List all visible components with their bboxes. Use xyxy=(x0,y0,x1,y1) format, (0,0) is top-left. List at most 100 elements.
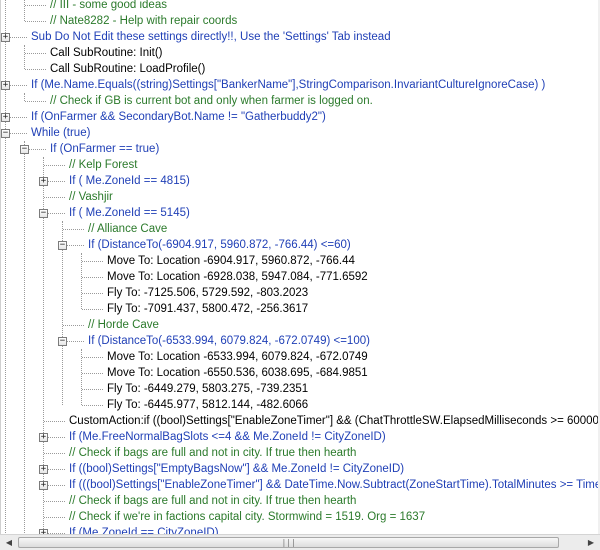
collapse-minus-icon[interactable]: − xyxy=(20,145,29,154)
horizontal-scrollbar[interactable]: ◀ ||| ▶ xyxy=(0,534,600,550)
tree-connector-line xyxy=(44,453,65,454)
tree-row[interactable]: If (Me.ZoneId == CityZoneID) xyxy=(68,525,220,534)
tree-connector-line xyxy=(82,309,103,310)
tree-row[interactable]: Move To: Location -6928.038, 5947.084, -… xyxy=(106,269,369,285)
collapse-minus-icon[interactable]: − xyxy=(1,129,10,138)
tree-row[interactable]: // Alliance Cave xyxy=(87,221,168,237)
tree-row[interactable]: Move To: Location -6904.917, 5960.872, -… xyxy=(106,253,356,269)
horizontal-scroll-thumb[interactable]: ||| xyxy=(18,537,560,548)
tree-row[interactable]: Move To: Location -6550.536, 6038.695, -… xyxy=(106,365,369,381)
expand-plus-icon[interactable]: + xyxy=(39,481,48,490)
condition-node: If (Me.Name.Equals((string)Settings["Ban… xyxy=(31,79,546,91)
expand-plus-icon[interactable]: + xyxy=(39,529,48,534)
tree-row[interactable]: Move To: Location -6533.994, 6079.824, -… xyxy=(106,349,369,365)
tree-row[interactable]: // Check if GB is current bot and only w… xyxy=(49,93,374,109)
tree-row[interactable]: If (DistanceTo(-6533.994, 6079.824, -672… xyxy=(87,333,371,349)
action-node: Fly To: -7125.506, 5729.592, -803.2023 xyxy=(107,287,309,299)
tree-row[interactable]: // Nate8282 - Help with repair coords xyxy=(49,13,238,29)
tree-row[interactable]: // Horde Cave xyxy=(87,317,160,333)
condition-node: If (DistanceTo(-6533.994, 6079.824, -672… xyxy=(88,335,370,347)
comment-node: // Nate8282 - Help with repair coords xyxy=(50,15,238,27)
tree-row[interactable]: If ( Me.ZoneId == 4815) xyxy=(68,173,191,189)
tree-connector-line xyxy=(44,421,65,422)
chevron-right-icon: ▶ xyxy=(587,538,595,547)
collapse-minus-icon[interactable]: − xyxy=(39,209,48,218)
action-node: Move To: Location -6928.038, 5947.084, -… xyxy=(107,271,368,283)
tree-row[interactable]: Fly To: -7091.437, 5800.472, -256.3617 xyxy=(106,301,309,317)
tree-row[interactable]: Fly To: -6445.977, 5812.144, -482.6066 xyxy=(106,397,309,413)
tree-row[interactable]: // Check if bags are full and not in cit… xyxy=(68,445,357,461)
expand-plus-icon[interactable]: + xyxy=(1,81,10,90)
tree-guide-line xyxy=(24,93,25,101)
expand-plus-icon[interactable]: + xyxy=(1,113,10,122)
tree-row[interactable]: // Check if bags are full and not in cit… xyxy=(68,493,357,509)
comment-node: // Vashjir xyxy=(69,191,113,203)
tree-row[interactable]: If (Me.FreeNormalBagSlots <=4 && Me.Zone… xyxy=(68,429,387,445)
tree-connector-line xyxy=(82,261,103,262)
collapse-minus-icon[interactable]: − xyxy=(58,337,67,346)
tree-connector-line xyxy=(44,165,65,166)
condition-node: If (DistanceTo(-6904.917, 5960.872, -766… xyxy=(88,239,351,251)
condition-node: If ( Me.ZoneId == 4815) xyxy=(69,175,190,187)
behavior-tree-view[interactable]: // III - some good ideas // Nate8282 - He… xyxy=(0,0,598,534)
condition-node: If (Me.ZoneId == CityZoneID) xyxy=(69,527,219,534)
condition-node: If (Me.FreeNormalBagSlots <=4 && Me.Zone… xyxy=(69,431,386,443)
tree-connector-line xyxy=(25,21,46,22)
tree-connector-line xyxy=(44,501,65,502)
condition-node: If (OnFarmer && SecondaryBot.Name != "Ga… xyxy=(31,111,326,123)
action-node: Fly To: -6449.279, 5803.275, -739.2351 xyxy=(107,383,309,395)
scroll-left-button[interactable]: ◀ xyxy=(1,536,17,550)
comment-node: // Check if bags are full and not in cit… xyxy=(69,495,357,507)
tree-row[interactable]: Call SubRoutine: LoadProfile() xyxy=(49,61,206,77)
tree-row[interactable]: If (OnFarmer == true) xyxy=(49,141,160,157)
tree-row[interactable]: Fly To: -7125.506, 5729.592, -803.2023 xyxy=(106,285,309,301)
tree-connector-line xyxy=(82,389,103,390)
tree-connector-line xyxy=(25,5,46,6)
tree-row[interactable]: If ( Me.ZoneId == 5145) xyxy=(68,205,191,221)
tree-guide-line xyxy=(24,45,25,69)
tree-connector-line xyxy=(82,293,103,294)
tree-guide-line xyxy=(81,349,82,405)
tree-row[interactable]: // Check if we're in factions capital ci… xyxy=(68,509,426,525)
action-node: Move To: Location -6904.917, 5960.872, -… xyxy=(107,255,355,267)
action-node: Fly To: -7091.437, 5800.472, -256.3617 xyxy=(107,303,309,315)
custom-action-node: CustomAction:if ((bool)Settings["EnableZ… xyxy=(69,415,598,427)
tree-row[interactable]: If ((bool)Settings["EmptyBagsNow"] && Me… xyxy=(68,461,405,477)
tree-connector-line xyxy=(25,53,46,54)
tree-guide-line xyxy=(24,141,25,533)
condition-node: If (OnFarmer == true) xyxy=(50,143,160,155)
chevron-left-icon: ◀ xyxy=(5,538,13,547)
expand-plus-icon[interactable]: + xyxy=(39,177,48,186)
scroll-right-button[interactable]: ▶ xyxy=(583,536,599,550)
expand-plus-icon[interactable]: + xyxy=(1,33,10,42)
action-node: Move To: Location -6550.536, 6038.695, -… xyxy=(107,367,368,379)
tree-guide-line xyxy=(24,0,25,21)
tree-row[interactable]: While (true) xyxy=(30,125,91,141)
tree-connector-line xyxy=(25,101,46,102)
tree-row[interactable]: // Kelp Forest xyxy=(68,157,138,173)
tree-row[interactable]: Sub Do Not Edit these settings directly!… xyxy=(30,29,392,45)
condition-node: If ( Me.ZoneId == 5145) xyxy=(69,207,190,219)
scroll-grip-icon: ||| xyxy=(281,538,296,547)
comment-node: // Check if we're in factions capital ci… xyxy=(69,511,426,523)
tree-row[interactable]: // III - some good ideas xyxy=(49,0,168,13)
tree-row[interactable]: If (DistanceTo(-6904.917, 5960.872, -766… xyxy=(87,237,352,253)
tree-row[interactable]: Fly To: -6449.279, 5803.275, -739.2351 xyxy=(106,381,309,397)
condition-node: If (((bool)Settings["EnableZoneTimer"] &… xyxy=(69,479,598,491)
condition-node: Sub Do Not Edit these settings directly!… xyxy=(31,31,391,43)
tree-connector-line xyxy=(82,373,103,374)
tree-row[interactable]: // Vashjir xyxy=(68,189,114,205)
tree-row[interactable]: CustomAction:if ((bool)Settings["EnableZ… xyxy=(68,413,598,429)
expand-plus-icon[interactable]: + xyxy=(39,465,48,474)
collapse-minus-icon[interactable]: − xyxy=(58,241,67,250)
comment-node: // Horde Cave xyxy=(88,319,159,331)
tree-row[interactable]: If (((bool)Settings["EnableZoneTimer"] &… xyxy=(68,477,598,493)
tree-connector-line xyxy=(63,229,84,230)
tree-row[interactable]: If (Me.Name.Equals((string)Settings["Ban… xyxy=(30,77,546,93)
expand-plus-icon[interactable]: + xyxy=(39,433,48,442)
tree-row[interactable]: If (OnFarmer && SecondaryBot.Name != "Ga… xyxy=(30,109,327,125)
comment-node: // III - some good ideas xyxy=(50,0,167,11)
tree-row[interactable]: Call SubRoutine: Init() xyxy=(49,45,164,61)
tree-connector-line xyxy=(44,197,65,198)
tree-connector-line xyxy=(82,405,103,406)
